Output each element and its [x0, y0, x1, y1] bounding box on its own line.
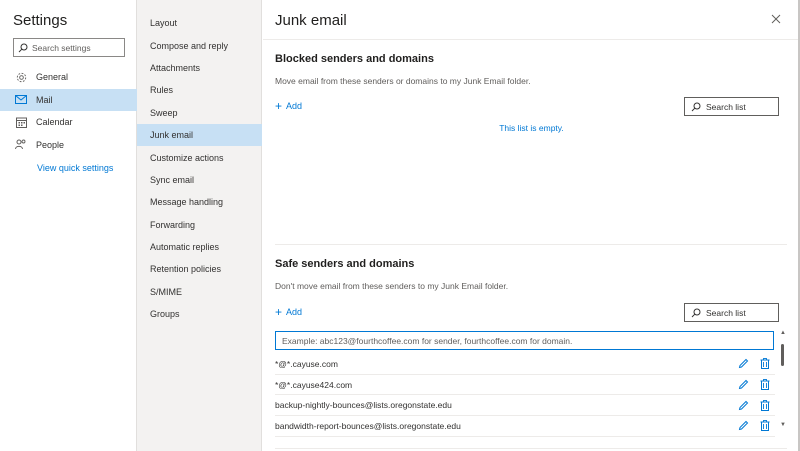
pencil-icon [738, 379, 749, 390]
list-item: *@*.cayuse.com [275, 354, 775, 375]
search-settings-input[interactable]: Search settings [13, 38, 125, 57]
scroll-thumb[interactable] [781, 344, 784, 366]
nav-item-mail[interactable]: Mail [0, 88, 137, 111]
nav-item-label: People [36, 139, 65, 150]
plus-icon: + [275, 99, 283, 113]
safe-sender-input[interactable] [282, 335, 773, 346]
menu-item-compose-and-reply[interactable]: Compose and reply [137, 34, 262, 56]
close-button[interactable] [771, 12, 783, 26]
delete-button[interactable] [759, 399, 770, 411]
close-icon [771, 14, 781, 24]
section-divider [275, 244, 787, 245]
scroll-down-icon[interactable]: ▼ [780, 422, 786, 428]
search-icon [691, 308, 701, 317]
blocked-add-button[interactable]: + Add [275, 100, 302, 112]
sender-address: *@*.cayuse424.com [275, 379, 353, 390]
search-icon [18, 43, 28, 52]
calendar-icon [15, 117, 27, 128]
safe-senders-list: *@*.cayuse.com *@*.cayuse424.com backup-… [275, 354, 775, 437]
menu-item-customize-actions[interactable]: Customize actions [137, 146, 262, 168]
settings-nav: General Mail Calendar People [0, 66, 137, 156]
menu-item-automatic-replies[interactable]: Automatic replies [137, 236, 262, 258]
page-title: Junk email [275, 12, 347, 29]
search-list-label: Search list [706, 307, 746, 318]
menu-item-groups[interactable]: Groups [137, 303, 262, 325]
menu-item-sweep[interactable]: Sweep [137, 102, 262, 124]
blocked-empty-message: This list is empty. [499, 123, 564, 133]
settings-title: Settings [13, 12, 68, 29]
pencil-icon [738, 421, 749, 431]
safe-sender-entry[interactable] [275, 331, 774, 350]
blocked-section-title: Blocked senders and domains [275, 53, 434, 65]
nav-item-label: Mail [36, 94, 53, 105]
header-divider [263, 39, 800, 40]
mail-icon [15, 95, 27, 105]
delete-button[interactable] [759, 379, 770, 391]
menu-item-retention-policies[interactable]: Retention policies [137, 258, 262, 280]
plus-icon: + [275, 305, 283, 319]
edit-button[interactable] [738, 379, 749, 390]
junk-email-pane: Junk email Blocked senders and domains M… [263, 0, 800, 451]
nav-item-label: General [36, 72, 69, 83]
safe-section-title: Safe senders and domains [275, 258, 415, 270]
gear-icon [15, 72, 27, 83]
menu-item-forwarding[interactable]: Forwarding [137, 214, 262, 236]
blocked-search-list[interactable]: Search list [684, 97, 779, 116]
trash-icon [760, 358, 769, 370]
blocked-section-description: Move email from these senders or domains… [275, 76, 531, 86]
menu-item-layout[interactable]: Layout [137, 12, 262, 34]
safe-list-scrollbar[interactable]: ▲ ▼ [780, 330, 788, 440]
menu-item-message-handling[interactable]: Message handling [137, 191, 262, 213]
safe-search-list[interactable]: Search list [684, 303, 779, 322]
search-list-label: Search list [706, 101, 746, 112]
edit-button[interactable] [738, 358, 749, 369]
pencil-icon [738, 359, 749, 369]
search-settings-placeholder: Search settings [32, 42, 91, 53]
safe-section-description: Don't move email from these senders to m… [275, 281, 509, 291]
menu-item-attachments[interactable]: Attachments [137, 57, 262, 79]
nav-item-people[interactable]: People [0, 134, 137, 157]
list-item: bandwidth-report-bounces@lists.oregonsta… [275, 416, 775, 437]
trash-icon [760, 379, 769, 391]
settings-sidebar: Settings Search settings General Mail Ca… [0, 0, 137, 451]
safe-add-button[interactable]: + Add [275, 306, 302, 318]
nav-item-general[interactable]: General [0, 66, 137, 89]
people-icon [15, 139, 27, 150]
list-item: *@*.cayuse424.com [275, 375, 775, 396]
nav-item-calendar[interactable]: Calendar [0, 111, 137, 134]
search-icon [691, 102, 701, 111]
edit-button[interactable] [738, 400, 749, 411]
add-label: Add [286, 307, 303, 317]
delete-button[interactable] [759, 420, 770, 432]
sender-address: bandwidth-report-bounces@lists.oregonsta… [275, 420, 461, 431]
sender-address: backup-nightly-bounces@lists.oregonstate… [275, 400, 452, 411]
edit-button[interactable] [738, 420, 749, 431]
delete-button[interactable] [759, 358, 770, 370]
section-divider [275, 448, 787, 449]
scroll-up-icon[interactable]: ▲ [780, 330, 786, 336]
trash-icon [760, 420, 769, 432]
trash-icon [760, 399, 769, 411]
menu-item-rules[interactable]: Rules [137, 79, 262, 101]
view-quick-settings-link[interactable]: View quick settings [37, 163, 113, 173]
add-label: Add [286, 101, 303, 111]
pencil-icon [738, 400, 749, 410]
menu-item-sync-email[interactable]: Sync email [137, 169, 262, 191]
sender-address: *@*.cayuse.com [275, 358, 338, 369]
list-item: backup-nightly-bounces@lists.oregonstate… [275, 395, 775, 417]
menu-item-junk-email[interactable]: Junk email [137, 123, 262, 147]
mail-settings-menu: Layout Compose and reply Attachments Rul… [137, 0, 262, 451]
menu-item-smime[interactable]: S/MIME [137, 281, 262, 303]
nav-item-label: Calendar [36, 117, 73, 128]
